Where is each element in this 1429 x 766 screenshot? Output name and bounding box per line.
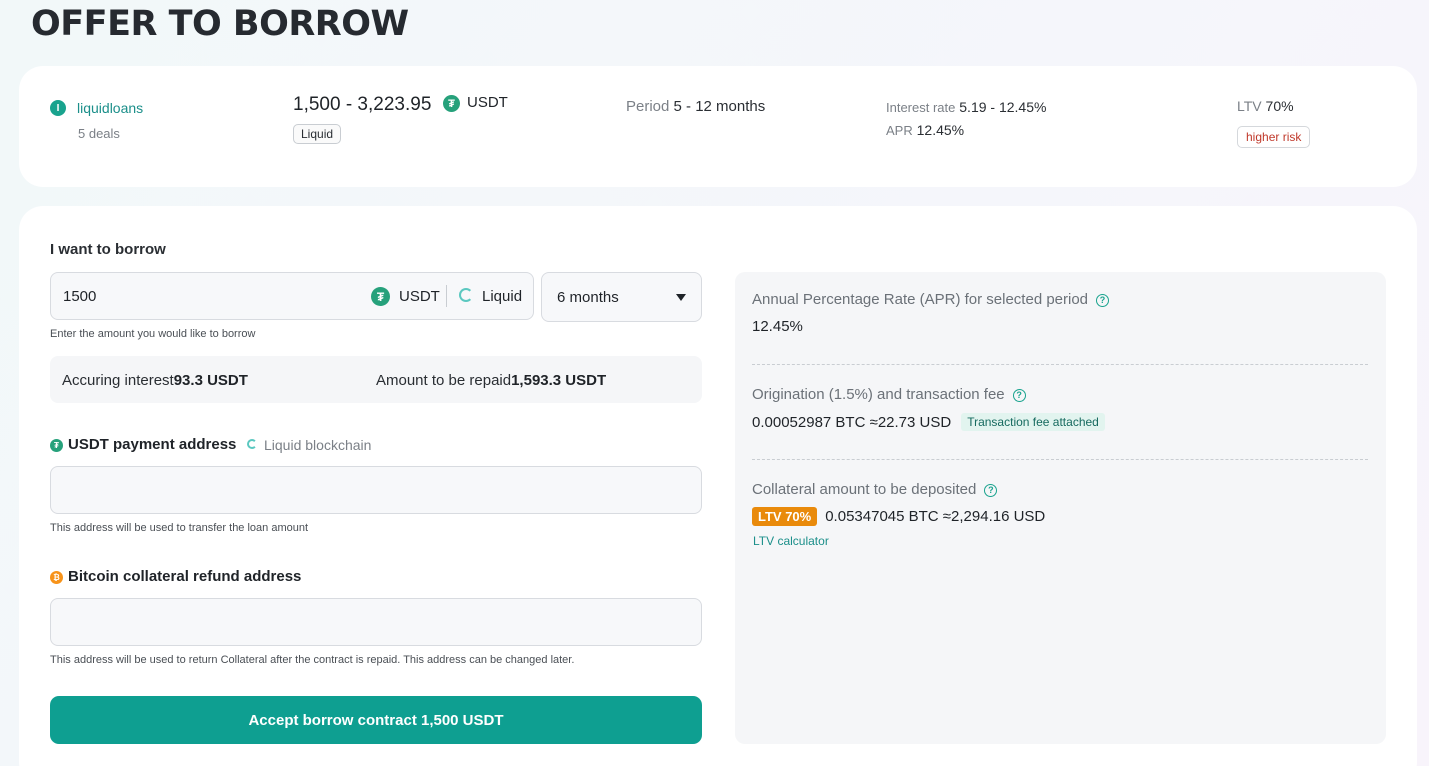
accruing-interest: Accuring interest93.3 USDT [62,372,248,389]
help-icon[interactable]: ? [1012,388,1026,402]
fee-label: Origination (1.5%) and transaction fee? [752,386,1026,403]
btc-address-input[interactable] [50,598,702,646]
borrow-section-label: I want to borrow [50,241,166,258]
lender-avatar-icon: I [50,100,66,116]
accruing-interest-value: 93.3 USDT [173,372,248,389]
accept-contract-button[interactable]: Accept borrow contract 1,500 USDT [50,696,702,744]
divider [752,459,1368,460]
apr-value: 12.45% [916,122,965,138]
collateral-value-row: LTV 70% 0.05347045 BTC ≈2,294.16 USD [752,507,1045,526]
amount-to-repay-value: 1,593.3 USDT [511,372,607,389]
divider [752,364,1368,365]
period-select-value: 6 months [557,289,619,306]
period-select[interactable]: 6 months [541,272,702,322]
usdt-address-input[interactable] [50,466,702,514]
liquid-icon [459,288,473,302]
amount-field: ₮ USDT Liquid [50,272,534,320]
help-icon[interactable]: ? [1096,293,1110,307]
bitcoin-icon: ₿ [50,571,63,584]
usdt-icon: ₮ [443,95,460,112]
interest-rate-label: Interest rate [886,100,956,115]
chain-label: Liquid blockchain [264,437,372,453]
offer-ltv: LTV 70% higher risk [1237,98,1311,148]
amount-currency: USDT [467,94,508,111]
usdt-address-label: ₮ USDT payment address [50,436,236,453]
period-value: 5 - 12 months [673,98,766,115]
ltv-label: LTV [1237,98,1262,114]
amount-currency-label: USDT [399,288,440,305]
period-label: Period [626,98,670,115]
offer-period: Period 5 - 12 months [626,98,765,115]
fee-value-row: 0.00052987 BTC ≈22.73 USD Transaction fee… [752,413,1105,431]
usdt-icon: ₮ [371,287,390,306]
interest-summary: Accuring interest93.3 USDT Amount to be … [50,356,702,403]
ltv-value: 70% [1265,98,1294,114]
interest-rate-value: 5.19 - 12.45% [959,99,1047,115]
collateral-label: Collateral amount to be deposited? [752,481,998,498]
apr-detail-value: 12.45% [752,318,803,335]
ltv-badge: LTV 70% [752,507,818,526]
caret-down-icon [676,294,686,301]
usdt-icon: ₮ [50,439,63,452]
amount-to-repay: Amount to be repaid1,593.3 USDT [376,372,607,389]
amount-hint: Enter the amount you would like to borro… [50,328,256,340]
btc-address-label: ₿ Bitcoin collateral refund address [50,568,301,585]
lender-deals-count: 5 deals [78,126,120,141]
network-label: Liquid [482,288,523,305]
usdt-address-hint: This address will be used to transfer th… [50,522,309,534]
divider [446,285,447,307]
help-icon[interactable]: ? [984,483,998,497]
network-tag: Liquid [293,124,342,144]
liquid-icon [247,439,257,449]
collateral-value: 0.05347045 BTC ≈2,294.16 USD [825,508,1046,525]
ltv-calculator-link[interactable]: LTV calculator [753,534,829,548]
amount-input[interactable] [51,273,351,319]
fee-value: 0.00052987 BTC ≈22.73 USD [752,414,952,431]
fee-badge: Transaction fee attached [961,413,1105,431]
lender-name-link[interactable]: liquidloans [77,100,143,116]
amount-range: 1,500 - 3,223.95 [293,94,432,115]
offer-summary-card: I liquidloans 5 deals 1,500 - 3,223.95 ₮… [19,66,1417,187]
btc-address-hint: This address will be used to return Coll… [50,654,575,666]
loan-details-panel: Annual Percentage Rate (APR) for selecte… [735,272,1386,744]
risk-badge: higher risk [1237,126,1311,148]
apr-detail-label: Annual Percentage Rate (APR) for selecte… [752,291,1110,308]
borrow-form-card: I want to borrow ₮ USDT Liquid 6 months … [19,206,1417,766]
page-title: OFFER TO BORROW [31,4,409,44]
offer-rates: Interest rate 5.19 - 12.45% APR 12.45% [886,96,1046,142]
apr-label: APR [886,123,913,138]
